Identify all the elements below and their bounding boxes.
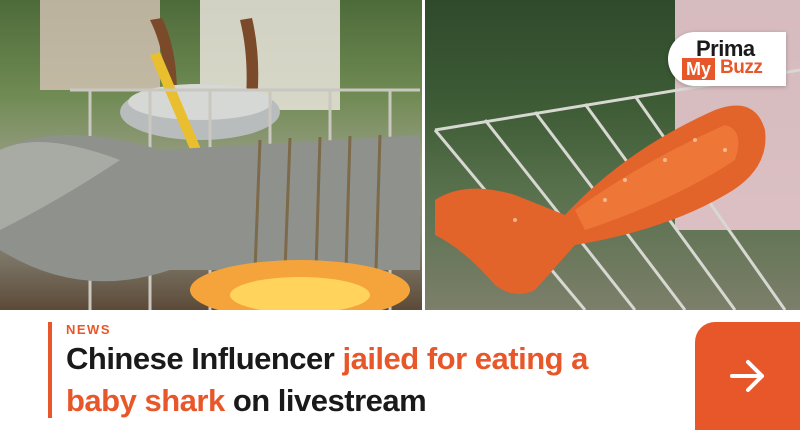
headline-segment: Chinese Influencer — [66, 341, 343, 376]
logo-my-text: My — [682, 58, 716, 80]
shark-grill-illustration — [0, 0, 420, 310]
article-headline[interactable]: Chinese Influencer jailed for eating a b… — [66, 338, 666, 422]
accent-bar — [48, 322, 52, 418]
headline-segment: on livestream — [224, 383, 427, 418]
headline-highlight: jailed for eating a — [342, 341, 588, 376]
article-caption: NEWS Chinese Influencer jailed for eatin… — [0, 310, 800, 430]
read-more-button[interactable] — [695, 322, 800, 430]
brand-logo[interactable]: Prima My Buzz — [668, 32, 786, 86]
header-image: Prima My Buzz — [0, 0, 800, 310]
arrow-right-icon — [730, 360, 764, 392]
category-label: NEWS — [66, 322, 111, 337]
headline-highlight: baby shark — [66, 383, 225, 418]
logo-buzz-text: Buzz — [720, 57, 763, 78]
photo-basting-shark — [0, 0, 422, 310]
